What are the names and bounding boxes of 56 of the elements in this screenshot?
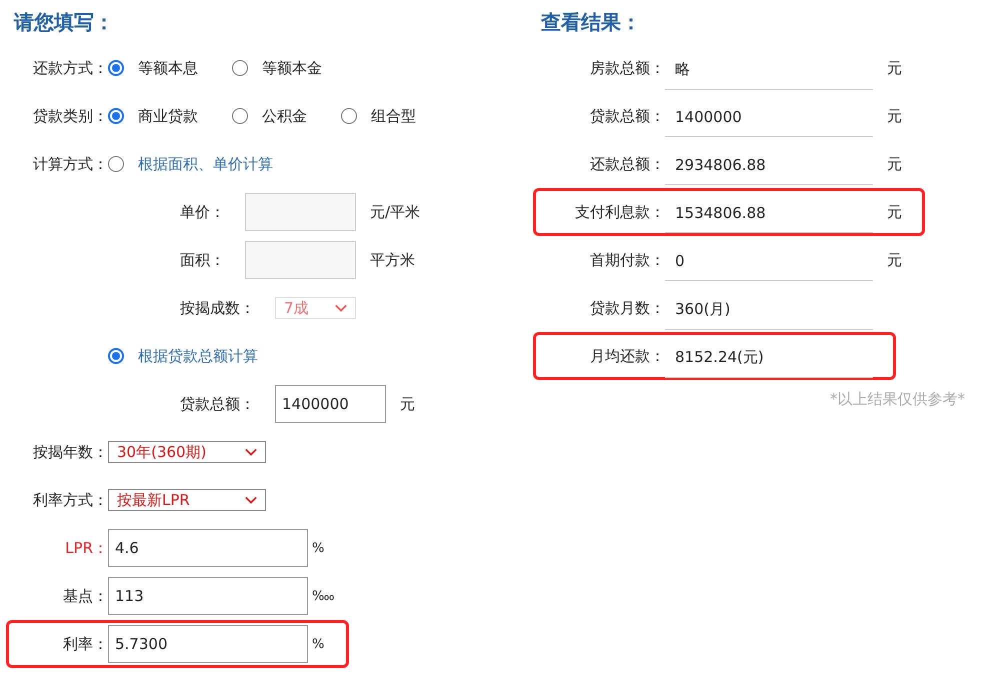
result-value: 略: [665, 46, 873, 90]
radio-option[interactable]: 公积金: [232, 106, 307, 126]
result-label: 还款总额：: [589, 154, 665, 174]
field-label: 基点：: [62, 586, 108, 606]
section-title: 请您填写：: [14, 9, 115, 36]
field-label: LPR：: [64, 538, 108, 558]
unit-label: 元: [887, 58, 902, 78]
result-label: 支付利息款：: [574, 202, 665, 222]
input-field[interactable]: 1400000: [275, 385, 386, 423]
input-field[interactable]: 5.7300: [108, 625, 308, 663]
field-label: 计算方式：: [32, 154, 108, 174]
dropdown[interactable]: 按最新LPR: [108, 489, 266, 511]
field-label: 单价：: [180, 202, 225, 222]
field-label: 贷款类别：: [32, 106, 108, 126]
field-label: 贷款总额：: [180, 394, 255, 414]
result-label: 月均还款：: [589, 346, 665, 366]
radio-option[interactable]: 商业贷款: [108, 106, 198, 126]
radio-option[interactable]: 根据贷款总额计算: [108, 346, 258, 366]
input-field[interactable]: 4.6: [108, 529, 308, 567]
input-field[interactable]: 113: [108, 577, 308, 615]
result-value: 0: [665, 239, 873, 281]
unit-label: %: [312, 540, 324, 556]
unit-label: 元: [887, 250, 902, 270]
unit-label: 元: [887, 154, 902, 174]
result-label: 首期付款：: [589, 250, 665, 270]
unit-label: %: [312, 636, 324, 652]
result-value: 1534806.88: [665, 191, 873, 233]
unit-label: 元: [887, 106, 902, 126]
unit-label: 元/平米: [370, 202, 420, 222]
radio-option[interactable]: 组合型: [341, 106, 416, 126]
result-value: 1400000: [665, 95, 873, 137]
section-title: 查看结果：: [541, 9, 642, 36]
unit-label: ‱: [312, 588, 335, 604]
field-label: 按揭成数：: [180, 298, 255, 318]
radio-option[interactable]: 根据面积、单价计算: [108, 154, 273, 174]
result-value: 360(月): [665, 286, 873, 330]
field-label: 按揭年数：: [32, 442, 108, 462]
unit-label: 元: [887, 202, 902, 222]
dropdown[interactable]: 30年(360期): [108, 441, 266, 463]
caret-icon: [245, 496, 257, 504]
field-label: 面积：: [180, 250, 225, 270]
unit-label: 平方米: [370, 250, 415, 270]
caret-icon: [335, 304, 347, 312]
caret-icon: [245, 448, 257, 456]
radio-option[interactable]: 等额本金: [232, 58, 322, 78]
result-label: 贷款总额：: [589, 106, 665, 126]
unit-label: 元: [400, 394, 415, 414]
result-label: 贷款月数：: [589, 298, 665, 318]
result-label: 房款总额：: [589, 58, 665, 78]
disclaimer-note: *以上结果仅供参考*: [829, 390, 965, 409]
radio-option[interactable]: 等额本息: [108, 58, 198, 78]
field-label: 还款方式：: [32, 58, 108, 78]
result-value: 2934806.88: [665, 143, 873, 185]
result-value: 8152.24(元): [665, 334, 873, 378]
field-label: 利率方式：: [32, 490, 108, 510]
field-label: 利率：: [62, 634, 108, 654]
